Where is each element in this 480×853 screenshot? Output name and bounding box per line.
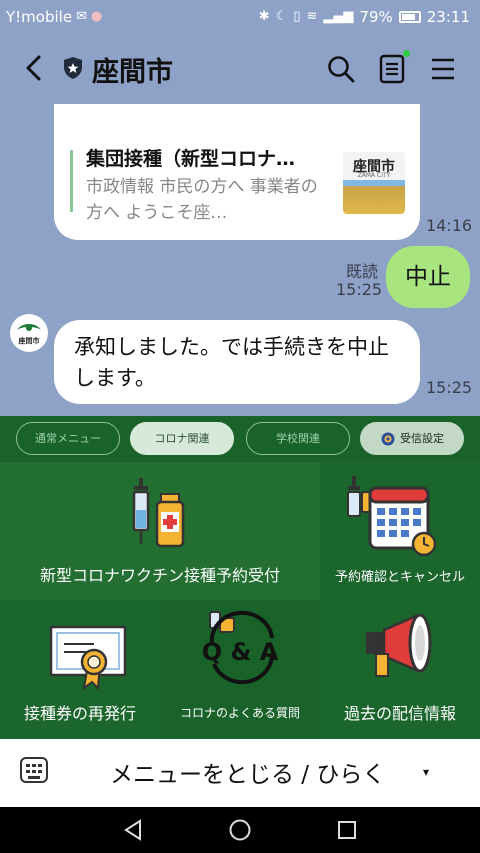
moon-icon: ☾ (275, 9, 288, 24)
menu-item-label: 予約確認とキャンセル (334, 570, 465, 585)
menu-toggle-bar[interactable]: メニューをとじる / ひらく ▾ (0, 739, 480, 807)
battery-icon (398, 11, 421, 23)
menu-item-label: コロナのよくある質問 (179, 706, 300, 720)
quote-bar (70, 150, 73, 212)
nav-home-icon[interactable] (228, 818, 252, 842)
note-button[interactable] (378, 50, 410, 84)
note-icon (379, 54, 405, 84)
carrier-label: Y!mobile (6, 8, 73, 26)
megaphone-icon (366, 614, 432, 677)
signal-icon: ▂▄▆ (323, 9, 354, 24)
menu-vaccine-reservation[interactable]: 新型コロナワクチン接種予約受付 (0, 462, 320, 600)
caret-down-icon: ▾ (423, 765, 430, 779)
tab-regular-menu[interactable]: 通常メニュー (16, 422, 120, 455)
calendar-icon (347, 476, 437, 556)
notification-icon: ● (90, 9, 103, 24)
message-time: 14:16 (426, 216, 473, 235)
link-title: 集団接種（新型コロナ… (86, 148, 296, 170)
nav-recents-icon[interactable] (336, 819, 358, 841)
avatar[interactable]: 座間市 (10, 314, 48, 352)
menu-past-info[interactable]: 過去の配信情報 (320, 600, 480, 739)
system-nav-bar (0, 807, 480, 853)
gear-icon (381, 432, 395, 446)
menu-toggle-label[interactable]: メニューをとじる / ひらく (110, 755, 385, 789)
link-thumbnail: 座間市 ZAMA CITY (343, 152, 405, 214)
tab-school[interactable]: 学校関連 (246, 422, 350, 455)
menu-item-label: 過去の配信情報 (343, 704, 456, 723)
back-arrow-icon[interactable] (18, 52, 50, 84)
chat-header: 座間市 (0, 34, 480, 104)
hamburger-menu-icon[interactable] (430, 56, 456, 82)
new-badge-dot (403, 50, 410, 57)
thumb-subtitle: ZAMA CITY (357, 172, 391, 179)
message-time: 15:25 (426, 378, 473, 397)
menu-ticket-reissue[interactable]: 接種券の再発行 (0, 600, 160, 739)
menu-item-label: 接種券の再発行 (23, 704, 136, 723)
keyboard-icon[interactable] (20, 757, 48, 783)
message-time: 15:25 (336, 280, 383, 299)
my-message-bubble[interactable]: 中止 (386, 246, 470, 308)
vaccine-icon (132, 478, 185, 548)
tab-corona[interactable]: コロナ関連 (130, 422, 234, 455)
wifi-icon: ≋ (306, 9, 318, 24)
rich-menu: 通常メニュー コロナ関連 学校関連 受信設定 新型コロナワクチン接種予約受付 予… (0, 416, 480, 739)
verified-shield-icon (64, 57, 82, 79)
menu-reservation-check[interactable]: 予約確認とキャンセル (320, 462, 480, 600)
chat-title: 座間市 (92, 57, 173, 88)
status-bar: Y!mobile ✉ ● ✱ ☾ ▯ ≋ ▂▄▆ 79% 23:11 (0, 0, 480, 34)
clock: 23:11 (426, 8, 470, 26)
link-preview-card[interactable]: 集団接種（新型コロナ… 市政情報 市民の方へ 事業者の方へ ようこそ座… 座間市… (54, 104, 420, 240)
tab-receive-settings[interactable]: 受信設定 (360, 422, 464, 455)
search-icon[interactable] (326, 54, 356, 84)
avatar-text: 座間市 (18, 337, 40, 345)
chat-area[interactable]: 集団接種（新型コロナ… 市政情報 市民の方へ 事業者の方へ ようこそ座… 座間市… (0, 104, 480, 416)
mail-icon: ✉ (76, 9, 87, 24)
qa-icon-text: Q & A (201, 638, 279, 666)
nav-back-icon[interactable] (122, 819, 144, 841)
read-receipt: 既読 (346, 262, 379, 281)
battery-percent: 79% (359, 8, 393, 26)
thumb-field (343, 186, 405, 214)
city-logo-icon (17, 324, 41, 331)
bluetooth-icon: ✱ (258, 9, 270, 24)
link-description: 市政情報 市民の方へ 事業者の方へ ようこそ座… (86, 177, 318, 223)
certificate-icon (49, 625, 127, 690)
vibrate-icon: ▯ (293, 9, 301, 24)
bot-message-bubble[interactable]: 承知しました。では手続きを中止します。 (54, 320, 420, 404)
tab-receive-settings-label: 受信設定 (400, 432, 444, 445)
menu-item-label: 新型コロナワクチン接種予約受付 (39, 566, 280, 585)
menu-corona-faq[interactable]: Q & A コロナのよくある質問 (160, 600, 320, 739)
